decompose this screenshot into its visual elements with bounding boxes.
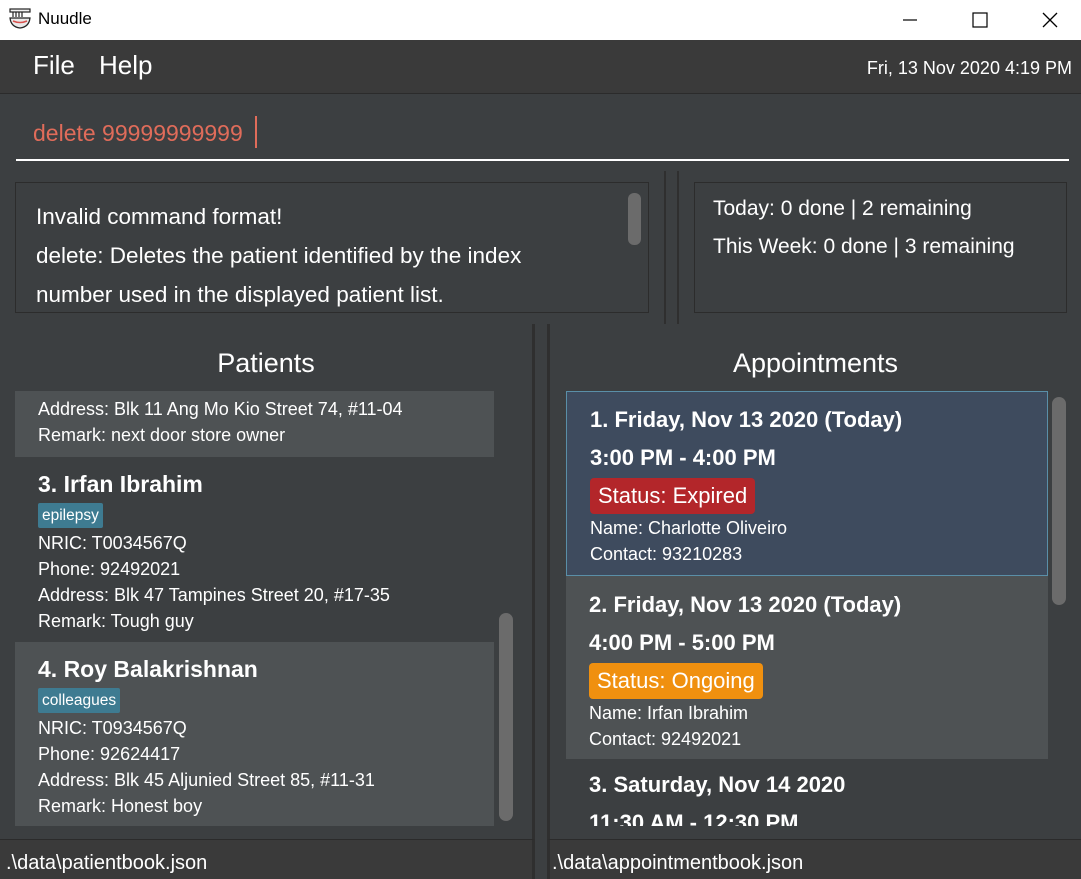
- panel-divider[interactable]: [535, 324, 547, 879]
- patient-card[interactable]: Address: Blk 11 Ang Mo Kio Street 74, #1…: [15, 391, 494, 457]
- result-display: Invalid command format! delete: Deletes …: [15, 182, 649, 313]
- patient-tag: colleagues: [38, 688, 121, 713]
- patient-remark: Remark: Tough guy: [38, 611, 194, 631]
- close-button[interactable]: [1027, 0, 1073, 40]
- stats-panel: Today: 0 done | 2 remaining This Week: 0…: [677, 171, 1081, 324]
- patient-name: 3. Irfan Ibrahim: [38, 471, 203, 497]
- close-icon: [1042, 12, 1058, 28]
- stats-week: This Week: 0 done | 3 remaining: [713, 235, 1015, 258]
- noodle-bowl-icon: [9, 8, 31, 29]
- patient-status-bar: .\data\patientbook.json: [0, 839, 535, 879]
- stats-today: Today: 0 done | 2 remaining: [713, 197, 972, 220]
- patient-remark: Remark: Honest boy: [38, 796, 203, 816]
- result-scrollbar[interactable]: [628, 193, 641, 245]
- appointment-card[interactable]: 1. Friday, Nov 13 2020 (Today) 3:00 PM -…: [566, 391, 1048, 576]
- patient-list: Address: Blk 11 Ang Mo Kio Street 74, #1…: [15, 391, 494, 826]
- title-bar: Nuudle: [0, 0, 1081, 40]
- appointment-date: 3. Saturday, Nov 14 2020: [589, 772, 846, 797]
- patient-nric: NRIC: T0034567Q: [38, 533, 187, 553]
- command-box: [0, 95, 1081, 171]
- patient-list-scrollbar[interactable]: [497, 391, 515, 826]
- appointment-file-path: .\data\appointmentbook.json: [552, 852, 804, 874]
- appointment-contact: Contact: 93210283: [590, 544, 743, 564]
- text-caret: [255, 116, 257, 148]
- patient-name: 4. Roy Balakrishnan: [38, 656, 258, 682]
- status-badge: Status: Ongoing: [589, 663, 763, 699]
- minimize-button[interactable]: [887, 0, 933, 40]
- appointment-contact: Contact: 92492021: [589, 729, 742, 749]
- appointments-panel: Appointments 1. Friday, Nov 13 2020 (Tod…: [547, 324, 1081, 839]
- result-message: Invalid command format! delete: Deletes …: [36, 197, 616, 312]
- result-line: delete: Deletes the patient identified b…: [36, 243, 522, 268]
- appointment-time: 11:30 AM - 12:30 PM: [589, 810, 799, 826]
- patient-address: Address: Blk 45 Aljunied Street 85, #11-…: [38, 770, 375, 790]
- patient-list-scroll-thumb[interactable]: [499, 613, 513, 821]
- patient-nric: NRIC: T0934567Q: [38, 718, 187, 738]
- result-line: number used in the displayed patient lis…: [36, 282, 444, 307]
- stats-display: Today: 0 done | 2 remaining This Week: 0…: [694, 182, 1067, 313]
- menu-bar: File Help Fri, 13 Nov 2020 4:19 PM: [0, 40, 1081, 94]
- patient-card[interactable]: 3. Irfan Ibrahim epilepsy NRIC: T0034567…: [15, 457, 494, 642]
- appointment-list-scroll-thumb[interactable]: [1052, 397, 1066, 605]
- patient-file-path: .\data\patientbook.json: [6, 852, 208, 874]
- appointment-date: 1. Friday, Nov 13 2020 (Today): [590, 407, 903, 432]
- minimize-icon: [903, 19, 917, 21]
- patients-panel: Patients Address: Blk 11 Ang Mo Kio Stre…: [0, 324, 535, 839]
- patient-phone: Phone: 92492021: [38, 559, 181, 579]
- appointment-status-bar: .\data\appointmentbook.json: [547, 839, 1081, 879]
- appointment-list-scrollbar[interactable]: [1050, 391, 1068, 826]
- maximize-button[interactable]: [957, 0, 1003, 40]
- menu-help[interactable]: Help: [99, 50, 152, 81]
- appointment-time: 3:00 PM - 4:00 PM: [590, 445, 776, 470]
- menu-file[interactable]: File: [33, 50, 75, 81]
- appointment-patient-name: Name: Charlotte Oliveiro: [590, 518, 788, 538]
- appointment-time: 4:00 PM - 5:00 PM: [589, 630, 775, 655]
- patients-title: Patients: [217, 348, 315, 378]
- appointment-date: 2. Friday, Nov 13 2020 (Today): [589, 592, 902, 617]
- patient-card[interactable]: 4. Roy Balakrishnan colleagues NRIC: T09…: [15, 642, 494, 826]
- patient-tag: epilepsy: [38, 503, 103, 528]
- command-input[interactable]: [16, 107, 1069, 161]
- status-badge: Status: Expired: [590, 478, 756, 514]
- maximize-icon: [972, 12, 988, 28]
- result-line: Invalid command format!: [36, 204, 283, 229]
- result-display-panel: Invalid command format! delete: Deletes …: [0, 171, 666, 324]
- patient-address: Address: Blk 47 Tampines Street 20, #17-…: [38, 585, 390, 605]
- appointments-title: Appointments: [732, 348, 899, 378]
- patient-phone: Phone: 92624417: [38, 744, 181, 764]
- patient-remark: Remark: next door store owner: [38, 425, 286, 445]
- appointment-patient-name: Name: Irfan Ibrahim: [589, 703, 749, 723]
- appointment-list: 1. Friday, Nov 13 2020 (Today) 3:00 PM -…: [566, 391, 1048, 826]
- datetime-display: Fri, 13 Nov 2020 4:19 PM: [866, 58, 1072, 78]
- appointment-card[interactable]: 3. Saturday, Nov 14 2020 11:30 AM - 12:3…: [566, 759, 1048, 826]
- appointment-card[interactable]: 2. Friday, Nov 13 2020 (Today) 4:00 PM -…: [566, 576, 1048, 759]
- patient-address: Address: Blk 11 Ang Mo Kio Street 74, #1…: [38, 399, 403, 419]
- window-title: Nuudle: [38, 9, 92, 28]
